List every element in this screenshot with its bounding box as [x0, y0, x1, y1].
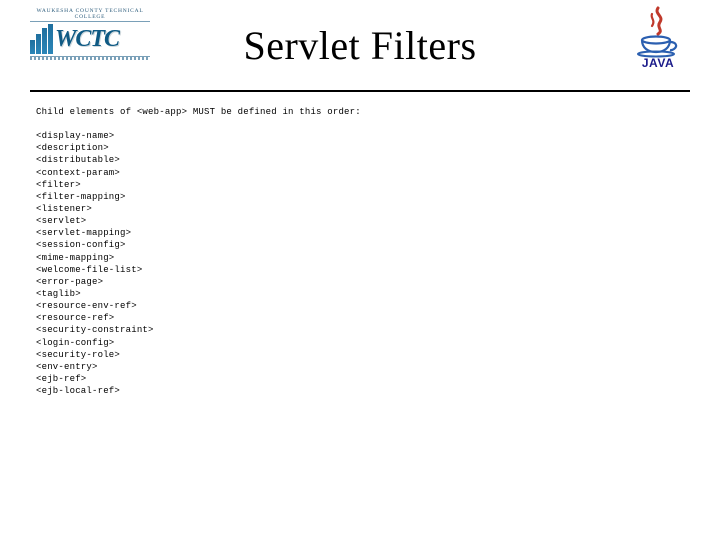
header: WAUKESHA COUNTY TECHNICAL COLLEGE WCTC S…: [30, 0, 690, 92]
intro-text: Child elements of <web-app> MUST be defi…: [36, 106, 684, 118]
wctc-logo-top-text: WAUKESHA COUNTY TECHNICAL COLLEGE: [30, 8, 150, 22]
java-label: JAVA: [626, 56, 690, 70]
page-title: Servlet Filters: [30, 22, 690, 69]
element-list: <display-name> <description> <distributa…: [36, 130, 684, 397]
java-cup-icon: [634, 6, 682, 58]
slide: WAUKESHA COUNTY TECHNICAL COLLEGE WCTC S…: [0, 0, 720, 540]
java-logo: JAVA: [626, 6, 690, 70]
content-body: Child elements of <web-app> MUST be defi…: [0, 92, 720, 397]
